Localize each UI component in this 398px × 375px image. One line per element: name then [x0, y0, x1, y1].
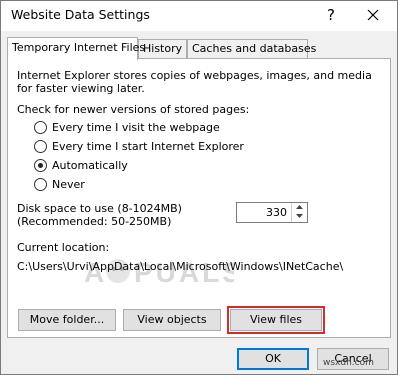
view-objects-button[interactable]: View objects [123, 309, 221, 331]
tab-history[interactable]: History [138, 39, 187, 59]
radio-circle[interactable] [34, 178, 47, 191]
radio-label: Never [52, 178, 85, 191]
svg-text:A: A [84, 257, 107, 288]
appuals-logo-watermark: A PUALS [84, 257, 234, 288]
radio-circle[interactable] [34, 121, 47, 134]
disk-space-label: Disk space to use (8-1024MB) [17, 202, 182, 215]
radio-label: Every time I start Internet Explorer [52, 140, 244, 153]
radio-never[interactable]: Never [34, 177, 234, 193]
stepper-down-button[interactable] [292, 212, 307, 221]
disk-space-stepper[interactable]: 330 [236, 202, 308, 223]
radio-every-start[interactable]: Every time I start Internet Explorer [34, 139, 244, 155]
svg-text:PUALS: PUALS [134, 257, 234, 288]
tab-caches-and-databases[interactable]: Caches and databases [187, 39, 316, 59]
help-button[interactable]: ? [319, 3, 343, 27]
site-watermark: wsxdn.com [323, 358, 374, 368]
radio-selected-dot [38, 163, 43, 168]
move-folder-button[interactable]: Move folder... [18, 309, 116, 331]
check-newer-label: Check for newer versions of stored pages… [17, 103, 250, 116]
website-data-settings-dialog: Website Data Settings ? Temporary Intern… [0, 0, 398, 375]
intro-text-line1: Internet Explorer stores copies of webpa… [17, 69, 372, 82]
title-bar: Website Data Settings ? [1, 1, 397, 31]
radio-circle[interactable] [34, 140, 47, 153]
view-files-button[interactable]: View files [227, 306, 325, 334]
radio-every-visit[interactable]: Every time I visit the webpage [34, 120, 234, 136]
close-button[interactable] [359, 3, 387, 27]
radio-circle[interactable] [34, 159, 47, 172]
tab-panel: Internet Explorer stores copies of webpa… [7, 58, 391, 338]
chevron-up-icon [296, 205, 303, 209]
dialog-title: Website Data Settings [11, 7, 150, 22]
ok-button[interactable]: OK [237, 348, 309, 370]
radio-automatically[interactable]: Automatically [34, 158, 234, 174]
radio-label: Every time I visit the webpage [52, 121, 220, 134]
radio-label: Automatically [52, 159, 128, 172]
disk-space-recommended: (Recommended: 50-250MB) [17, 215, 172, 228]
chevron-down-icon [296, 214, 303, 218]
disk-space-value[interactable]: 330 [266, 206, 287, 219]
tab-temporary-internet-files[interactable]: Temporary Internet Files [7, 37, 145, 60]
stepper-up-button[interactable] [292, 203, 307, 212]
close-icon [367, 9, 379, 21]
stepper-arrows [291, 203, 307, 222]
intro-text-line2: for faster viewing later. [17, 82, 145, 95]
